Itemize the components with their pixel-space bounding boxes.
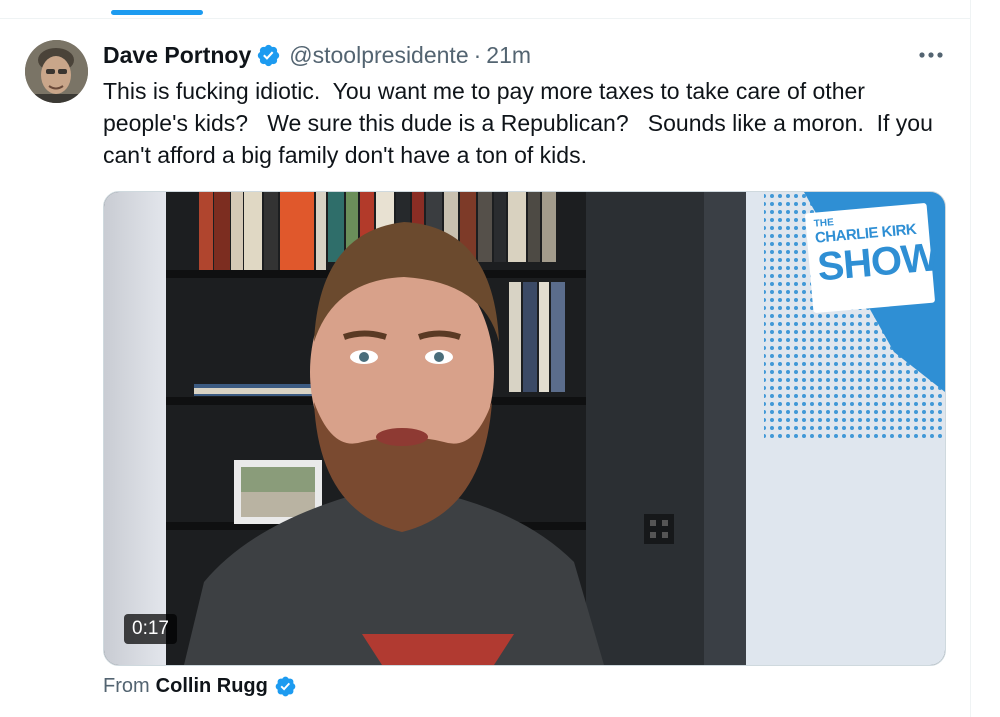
- tweet-page: Dave Portnoy @stoolpresidente · 21m This…: [0, 0, 1000, 717]
- timeline-border: [970, 0, 971, 717]
- show-logo: THE CHARLIE KIRK SHOW: [804, 202, 940, 314]
- attribution-source-link[interactable]: Collin Rugg: [156, 675, 268, 698]
- avatar-image: [25, 40, 88, 103]
- more-options-icon[interactable]: [915, 42, 947, 68]
- active-tab-indicator: [111, 10, 203, 15]
- logo-line-3: SHOW: [815, 235, 940, 290]
- video-attribution: From Collin Rugg: [103, 671, 297, 701]
- tweet-header: Dave Portnoy @stoolpresidente · 21m: [103, 38, 531, 72]
- avatar[interactable]: [25, 40, 88, 103]
- video-player[interactable]: THE CHARLIE KIRK SHOW 0:17: [103, 191, 946, 666]
- author-name[interactable]: Dave Portnoy: [103, 38, 251, 72]
- tweet-timestamp[interactable]: 21m: [486, 38, 531, 72]
- author-handle[interactable]: @stoolpresidente: [289, 38, 468, 72]
- header-separator: ·: [473, 42, 482, 68]
- divider: [0, 18, 970, 19]
- verified-badge-icon: [274, 675, 297, 698]
- tweet-text: This is fucking idiotic. You want me to …: [103, 78, 940, 168]
- attribution-prefix: From: [103, 674, 150, 697]
- verified-badge-icon[interactable]: [256, 43, 281, 68]
- video-duration: 0:17: [124, 614, 177, 644]
